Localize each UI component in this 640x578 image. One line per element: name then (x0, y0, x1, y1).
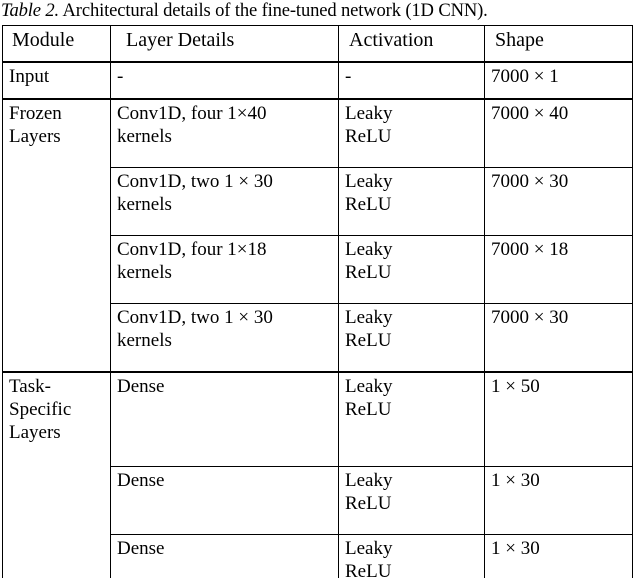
table-row: Task- Specific Layers Dense Leaky ReLU 1… (2, 371, 633, 578)
activation-line-2: ReLU (345, 126, 392, 148)
architecture-table: Module Layer Details Activation Shape In… (2, 25, 633, 578)
cell-shape-conv4: 7000 × 30 (484, 303, 633, 373)
table-row: Input - - 7000 × 1 (2, 61, 633, 100)
cell-activation-conv4: Leaky ReLU (338, 303, 485, 373)
column-header-activation: Activation (338, 25, 485, 63)
cell-shape-input: 7000 × 1 (484, 61, 633, 100)
layer-conv1-line-2: kernels (117, 126, 172, 148)
layer-conv4-line-1: Conv1D, two 1 × 30 (117, 307, 273, 328)
cell-shape-dense3: 1 × 30 (484, 534, 633, 578)
cell-shape-conv3: 7000 × 18 (484, 235, 633, 304)
table-row: Frozen Layers Conv1D, four 1×40 kernels … (2, 98, 633, 373)
layer-conv4-line-2: kernels (117, 330, 172, 352)
cell-module-frozen-layers: Frozen Layers (2, 98, 111, 373)
cell-activation-conv2: Leaky ReLU (338, 167, 485, 236)
table-number: Table 2. (1, 0, 60, 21)
activation-line-2: ReLU (345, 330, 392, 352)
cell-activation-dense3: Leaky ReLU (338, 534, 485, 578)
cell-layer-dense2: Dense (110, 466, 339, 535)
cell-activation-dense1: Leaky ReLU (338, 371, 485, 467)
activation-line-1: Leaky (345, 538, 393, 559)
cell-activation-conv3: Leaky ReLU (338, 235, 485, 304)
module-frozen-line-1: Frozen (9, 103, 62, 124)
cell-layer-dense1: Dense (110, 371, 339, 467)
activation-line-1: Leaky (345, 239, 393, 260)
activation-line-1: Leaky (345, 307, 393, 328)
cell-activation-input: - (338, 61, 485, 100)
cell-module-input: Input (2, 61, 111, 100)
activation-line-1: Leaky (345, 470, 393, 491)
layer-conv3-line-1: Conv1D, four 1×18 (117, 239, 267, 260)
activation-line-2: ReLU (345, 493, 392, 515)
table-header-row: Module Layer Details Activation Shape (2, 25, 633, 63)
column-header-layer: Layer Details (110, 25, 339, 63)
cell-shape-dense1: 1 × 50 (484, 371, 633, 467)
table-caption-text: Architectural details of the fine-tuned … (59, 0, 488, 21)
cell-activation-dense2: Leaky ReLU (338, 466, 485, 535)
column-header-module: Module (2, 25, 111, 63)
table-caption: Table 2. Architectural details of the fi… (1, 0, 639, 22)
architecture-table-wrapper: Module Layer Details Activation Shape In… (2, 25, 633, 578)
column-header-shape: Shape (484, 25, 633, 63)
cell-layer-conv4: Conv1D, two 1 × 30 kernels (110, 303, 339, 373)
activation-line-2: ReLU (345, 399, 392, 421)
layer-conv1-line-1: Conv1D, four 1×40 (117, 103, 267, 124)
activation-line-1: Leaky (345, 171, 393, 192)
activation-line-2: ReLU (345, 194, 392, 216)
cell-layer-conv1: Conv1D, four 1×40 kernels (110, 98, 339, 168)
cell-layer-conv3: Conv1D, four 1×18 kernels (110, 235, 339, 304)
layer-conv2-line-2: kernels (117, 194, 172, 216)
layer-conv3-line-2: kernels (117, 262, 172, 284)
cell-layer-conv2: Conv1D, two 1 × 30 kernels (110, 167, 339, 236)
cell-layer-dense3: Dense (110, 534, 339, 578)
cell-shape-conv2: 7000 × 30 (484, 167, 633, 236)
layer-conv2-line-1: Conv1D, two 1 × 30 (117, 171, 273, 192)
cell-shape-conv1: 7000 × 40 (484, 98, 633, 168)
page-root: Table 2. Architectural details of the fi… (0, 0, 640, 578)
activation-line-1: Leaky (345, 376, 393, 397)
module-task-line-2: Specific (9, 399, 72, 421)
cell-shape-dense2: 1 × 30 (484, 466, 633, 535)
activation-line-2: ReLU (345, 262, 392, 284)
cell-layer-input: - (110, 61, 339, 100)
cell-module-task-specific-layers: Task- Specific Layers (2, 371, 111, 578)
cell-activation-conv1: Leaky ReLU (338, 98, 485, 168)
activation-line-2: ReLU (345, 561, 392, 578)
activation-line-1: Leaky (345, 103, 393, 124)
module-frozen-line-2: Layers (9, 126, 61, 148)
module-task-line-3: Layers (9, 422, 61, 444)
module-task-line-1: Task- (9, 376, 51, 397)
